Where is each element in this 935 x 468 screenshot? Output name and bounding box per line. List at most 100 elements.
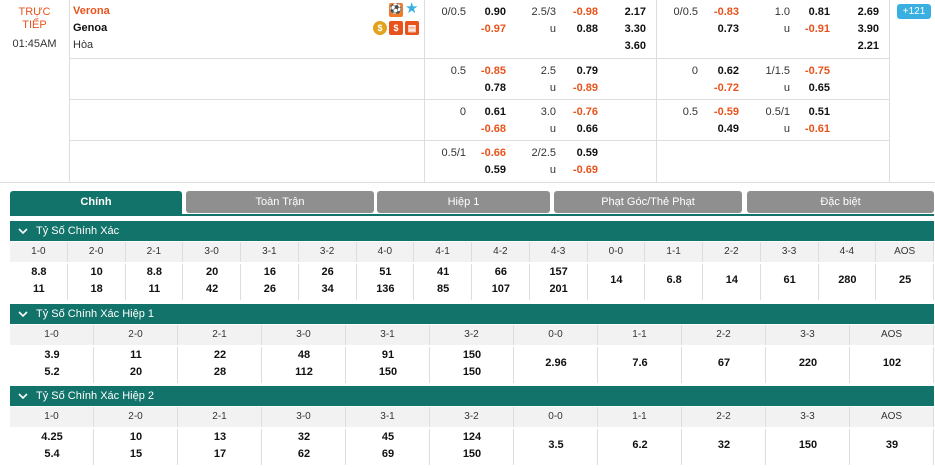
score-odds-home[interactable]: 51: [357, 266, 415, 278]
ft-ou-over[interactable]: -0.98: [562, 6, 598, 18]
score-odds-home[interactable]: 2.96: [514, 357, 598, 369]
ft-handicap-away[interactable]: 0.78: [470, 82, 506, 94]
score-odds-home[interactable]: 61: [761, 274, 819, 286]
score-odds-away[interactable]: 20: [94, 366, 178, 378]
score-odds-away[interactable]: 17: [178, 448, 262, 460]
tab-full-match[interactable]: Toàn Trận: [186, 191, 374, 213]
score-odds-away[interactable]: 69: [346, 448, 430, 460]
score-odds-away[interactable]: 107: [472, 283, 530, 295]
h1-ou-under[interactable]: 0.65: [794, 82, 830, 94]
score-odds-away[interactable]: 18: [68, 283, 126, 295]
h1-handicap-home[interactable]: -0.59: [703, 106, 739, 118]
ft-ou-over[interactable]: 0.79: [562, 65, 598, 77]
coin-icon[interactable]: $: [373, 21, 387, 35]
score-odds-home[interactable]: 32: [262, 431, 346, 443]
score-odds-away[interactable]: 201: [530, 283, 588, 295]
score-odds-home[interactable]: 124: [430, 431, 514, 443]
h1-1x2-draw[interactable]: 2.21: [843, 40, 879, 52]
favorite-star-icon[interactable]: ★: [405, 1, 421, 17]
score-odds-home[interactable]: 3.5: [514, 439, 598, 451]
score-odds-home[interactable]: 6.8: [645, 274, 703, 286]
score-odds-home[interactable]: 26: [299, 266, 357, 278]
tab-first-half[interactable]: Hiệp 1: [377, 191, 550, 213]
h1-handicap-away[interactable]: -0.72: [703, 82, 739, 94]
score-odds-home[interactable]: 39: [850, 439, 934, 451]
h1-ou-over[interactable]: 0.51: [794, 106, 830, 118]
score-odds-home[interactable]: 150: [430, 349, 514, 361]
h1-1x2-away[interactable]: 3.90: [843, 23, 879, 35]
ft-ou-under[interactable]: -0.69: [562, 164, 598, 176]
home-team[interactable]: Verona: [73, 5, 110, 17]
h1-handicap-away[interactable]: 0.49: [703, 123, 739, 135]
score-odds-home[interactable]: 16: [241, 266, 299, 278]
score-odds-home[interactable]: 220: [766, 357, 850, 369]
score-odds-home[interactable]: 14: [588, 274, 646, 286]
ft-1x2-home[interactable]: 2.17: [610, 6, 646, 18]
score-odds-home[interactable]: 41: [414, 266, 472, 278]
ft-handicap-away[interactable]: 0.59: [470, 164, 506, 176]
score-odds-away[interactable]: 150: [346, 366, 430, 378]
score-odds-away[interactable]: 62: [262, 448, 346, 460]
score-odds-away[interactable]: 15: [94, 448, 178, 460]
more-markets-badge[interactable]: +121: [897, 4, 931, 19]
score-odds-away[interactable]: 34: [299, 283, 357, 295]
score-odds-home[interactable]: 67: [682, 357, 766, 369]
ft-ou-under[interactable]: -0.89: [562, 82, 598, 94]
score-odds-away[interactable]: 42: [183, 283, 241, 295]
live-tracker-icon[interactable]: ⚽: [389, 3, 403, 17]
score-odds-home[interactable]: 10: [68, 266, 126, 278]
ft-ou-under[interactable]: 0.66: [562, 123, 598, 135]
ft-handicap-away[interactable]: -0.68: [470, 123, 506, 135]
away-team[interactable]: Genoa: [73, 22, 107, 34]
score-odds-away[interactable]: 26: [241, 283, 299, 295]
score-odds-home[interactable]: 11: [94, 349, 178, 361]
section-correct-score-h2-header[interactable]: Tỷ Số Chính Xác Hiệp 2: [10, 386, 934, 406]
ft-handicap-home[interactable]: 0.61: [470, 106, 506, 118]
ft-ou-over[interactable]: 0.59: [562, 147, 598, 159]
ft-ou-over[interactable]: -0.76: [562, 106, 598, 118]
score-odds-away[interactable]: 150: [430, 366, 514, 378]
score-odds-home[interactable]: 8.8: [10, 266, 68, 278]
ft-1x2-draw[interactable]: 3.60: [610, 40, 646, 52]
score-odds-home[interactable]: 32: [682, 439, 766, 451]
score-odds-away[interactable]: 11: [10, 283, 68, 295]
h1-handicap-away[interactable]: 0.73: [703, 23, 739, 35]
score-odds-away[interactable]: 28: [178, 366, 262, 378]
ft-handicap-home[interactable]: -0.66: [470, 147, 506, 159]
score-odds-home[interactable]: 10: [94, 431, 178, 443]
score-odds-away[interactable]: 85: [414, 283, 472, 295]
score-odds-home[interactable]: 102: [850, 357, 934, 369]
score-odds-home[interactable]: 66: [472, 266, 530, 278]
score-odds-home[interactable]: 150: [766, 439, 850, 451]
h1-ou-over[interactable]: 0.81: [794, 6, 830, 18]
score-odds-home[interactable]: 20: [183, 266, 241, 278]
tab-corners-cards[interactable]: Phạt Góc/Thẻ Phạt: [554, 191, 742, 213]
score-odds-home[interactable]: 48: [262, 349, 346, 361]
score-odds-home[interactable]: 91: [346, 349, 430, 361]
h1-1x2-home[interactable]: 2.69: [843, 6, 879, 18]
score-odds-away[interactable]: 11: [126, 283, 184, 295]
stats-icon[interactable]: ▤: [405, 21, 419, 35]
score-odds-home[interactable]: 3.9: [10, 349, 94, 361]
h1-ou-under[interactable]: -0.91: [794, 23, 830, 35]
tab-special[interactable]: Đặc biệt: [747, 191, 934, 213]
score-odds-home[interactable]: 14: [703, 274, 761, 286]
h1-ou-under[interactable]: -0.61: [794, 123, 830, 135]
score-odds-home[interactable]: 6.2: [598, 439, 682, 451]
score-odds-away[interactable]: 5.2: [10, 366, 94, 378]
section-correct-score-header[interactable]: Tỷ Số Chính Xác: [10, 221, 934, 241]
score-odds-home[interactable]: 157: [530, 266, 588, 278]
money-icon[interactable]: $: [389, 21, 403, 35]
score-odds-home[interactable]: 4.25: [10, 431, 94, 443]
score-odds-home[interactable]: 45: [346, 431, 430, 443]
score-odds-home[interactable]: 25: [876, 274, 934, 286]
score-odds-home[interactable]: 7.6: [598, 357, 682, 369]
score-odds-home[interactable]: 13: [178, 431, 262, 443]
tab-main[interactable]: Chính: [10, 191, 182, 215]
score-odds-home[interactable]: 22: [178, 349, 262, 361]
ft-1x2-away[interactable]: 3.30: [610, 23, 646, 35]
ft-handicap-home[interactable]: 0.90: [470, 6, 506, 18]
score-odds-away[interactable]: 5.4: [10, 448, 94, 460]
ft-handicap-home[interactable]: -0.85: [470, 65, 506, 77]
score-odds-away[interactable]: 150: [430, 448, 514, 460]
